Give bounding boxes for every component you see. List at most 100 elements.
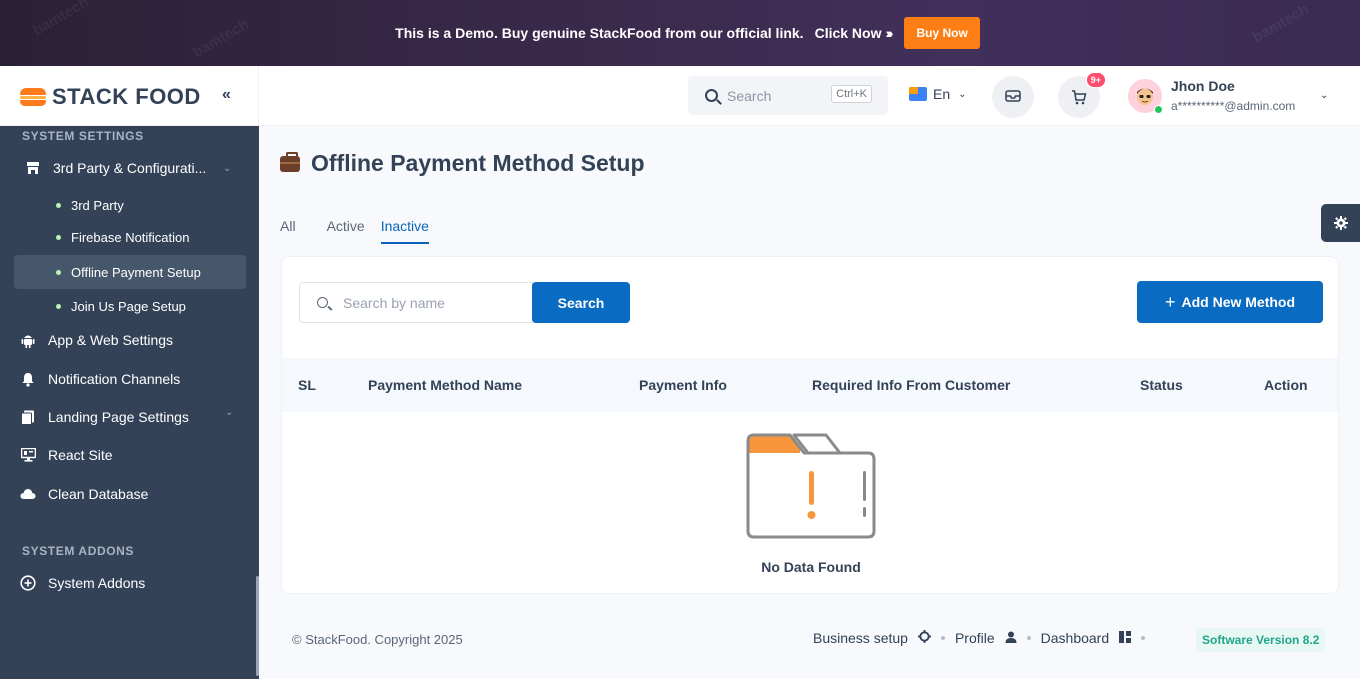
footer-link-profile[interactable]: Profile	[955, 630, 995, 646]
tab-active[interactable]: Active	[327, 218, 365, 244]
buy-now-button[interactable]: Buy Now	[904, 17, 980, 49]
sidebar-item-label: Landing Page Settings	[48, 409, 189, 425]
chevron-down-icon[interactable]: ⌄	[1320, 90, 1328, 101]
sidebar-subitem-label: Firebase Notification	[71, 229, 190, 245]
global-search[interactable]: Search Ctrl+K	[688, 76, 888, 115]
search-icon	[317, 297, 328, 308]
bullet-icon	[56, 235, 61, 240]
sidebar-item-label: 3rd Party & Configurati...	[53, 160, 207, 176]
column-header-sl: SL	[298, 377, 316, 393]
page-title: Offline Payment Method Setup	[311, 150, 645, 176]
sidebar-menu: SYSTEM SETTINGS 3rd Party & Configurati.…	[0, 126, 259, 679]
briefcase-icon	[280, 151, 300, 172]
brand-area: STACK FOOD «	[0, 66, 259, 126]
cloud-icon	[20, 486, 36, 502]
bullet-icon	[56, 203, 61, 208]
chevron-down-icon: ⌄	[958, 88, 967, 100]
sidebar: STACK FOOD « SYSTEM SETTINGS 3rd Party &…	[0, 66, 259, 679]
avatar[interactable]	[1128, 79, 1163, 114]
gear-icon	[1333, 216, 1348, 230]
payment-methods-card: Search + Add New Method SL Payment Metho…	[281, 256, 1339, 594]
bullet-icon	[56, 304, 61, 309]
add-new-method-button[interactable]: + Add New Method	[1137, 281, 1323, 323]
tab-all[interactable]: All	[280, 218, 296, 244]
gear-icon[interactable]	[917, 630, 931, 646]
separator-dot	[1141, 636, 1146, 640]
column-header-status: Status	[1140, 377, 1183, 393]
search-button[interactable]: Search	[532, 282, 630, 323]
watermark: bamtech	[1249, 0, 1312, 47]
bullet-icon	[56, 270, 61, 275]
sidebar-item-notification-channels[interactable]: Notification Channels	[20, 371, 180, 387]
plus-icon: +	[1164, 291, 1176, 312]
dashboard-icon[interactable]	[1119, 630, 1132, 646]
sidebar-subitem-3rd-party[interactable]: 3rd Party	[14, 188, 246, 222]
collapse-sidebar-icon[interactable]: «	[222, 86, 231, 104]
plus-circle-icon	[20, 575, 36, 591]
search-icon	[705, 89, 718, 102]
logo[interactable]: STACK FOOD	[20, 84, 201, 110]
language-label: En	[933, 86, 951, 102]
sidebar-item-3rd-party-config[interactable]: 3rd Party & Configurati... ⌄	[25, 160, 231, 176]
shortcut-hint: Ctrl+K	[831, 85, 872, 103]
user-email: a**********@admin.com	[1171, 99, 1296, 113]
watermark: bamtech	[29, 0, 92, 40]
empty-folder-icon	[746, 433, 876, 539]
cart-badge: 9+	[1085, 72, 1106, 88]
bell-icon	[20, 371, 36, 387]
store-icon	[25, 160, 41, 176]
banner-link[interactable]: Click Now	[815, 25, 882, 41]
page-header: Offline Payment Method Setup	[280, 150, 645, 177]
separator-dot	[1026, 636, 1031, 640]
sidebar-item-landing-page-settings[interactable]: Landing Page Settings ⌄	[20, 407, 233, 425]
search-input[interactable]	[343, 294, 513, 311]
online-status-indicator	[1154, 105, 1163, 114]
status-tabs: All Active Inactive	[280, 218, 429, 244]
cart-button[interactable]: 9+	[1058, 72, 1106, 118]
column-header-payment-info: Payment Info	[639, 377, 727, 393]
tab-inactive[interactable]: Inactive	[380, 218, 429, 244]
no-data-text: No Data Found	[761, 559, 861, 575]
sidebar-item-react-site[interactable]: React Site	[20, 447, 113, 463]
demo-banner: bamtech bamtech bamtech This is a Demo. …	[0, 0, 1360, 66]
user-name[interactable]: Jhon Doe	[1171, 78, 1235, 94]
top-header: Search Ctrl+K En ⌄ 9+ Jhon Doe a********…	[259, 66, 1360, 126]
separator-dot	[940, 636, 945, 640]
cart-icon	[1072, 89, 1087, 104]
sidebar-subitem-label: 3rd Party	[71, 197, 124, 213]
footer-links: Business setup Profile Dashboard	[813, 630, 1155, 646]
sidebar-item-clean-database[interactable]: Clean Database	[20, 486, 148, 502]
sidebar-subitem-offline-payment[interactable]: Offline Payment Setup	[14, 255, 246, 289]
burger-logo-icon	[20, 88, 46, 106]
footer-link-dashboard[interactable]: Dashboard	[1041, 630, 1110, 646]
monitor-icon	[20, 447, 36, 463]
android-icon	[20, 332, 36, 348]
software-version-badge: Software Version 8.2	[1196, 628, 1326, 652]
column-header-action: Action	[1264, 377, 1308, 393]
banner-text: This is a Demo. Buy genuine StackFood fr…	[395, 25, 804, 41]
table-header: SL Payment Method Name Payment Info Requ…	[282, 358, 1338, 412]
section-title: SYSTEM SETTINGS	[22, 129, 144, 143]
search-field[interactable]	[299, 282, 533, 323]
messages-button[interactable]	[992, 76, 1034, 118]
sidebar-subitem-join-us[interactable]: Join Us Page Setup	[14, 289, 246, 323]
copyright-text: © StackFood. Copyright 2025	[292, 632, 463, 647]
footer-link-business-setup[interactable]: Business setup	[813, 630, 908, 646]
sidebar-subitem-firebase[interactable]: Firebase Notification	[14, 220, 246, 254]
language-selector[interactable]: En ⌄	[909, 86, 967, 102]
search-placeholder: Search	[727, 87, 772, 104]
sidebar-item-app-web-settings[interactable]: App & Web Settings	[20, 332, 173, 348]
settings-button[interactable]	[1321, 204, 1360, 242]
arrows-icon: ›››	[885, 25, 893, 41]
sidebar-item-system-addons[interactable]: System Addons	[20, 575, 145, 591]
column-header-name: Payment Method Name	[368, 377, 523, 393]
sidebar-item-label: App & Web Settings	[48, 332, 174, 348]
column-header-required-info: Required Info From Customer	[812, 377, 1011, 393]
sidebar-scrollbar[interactable]	[256, 576, 259, 676]
add-button-label: Add New Method	[1181, 294, 1296, 310]
logo-text: STACK FOOD	[52, 84, 201, 109]
sidebar-item-label: Notification Channels	[48, 371, 181, 387]
user-icon[interactable]	[1005, 631, 1017, 646]
sidebar-item-label: Clean Database	[48, 486, 149, 502]
sidebar-item-label: System Addons	[48, 575, 146, 591]
